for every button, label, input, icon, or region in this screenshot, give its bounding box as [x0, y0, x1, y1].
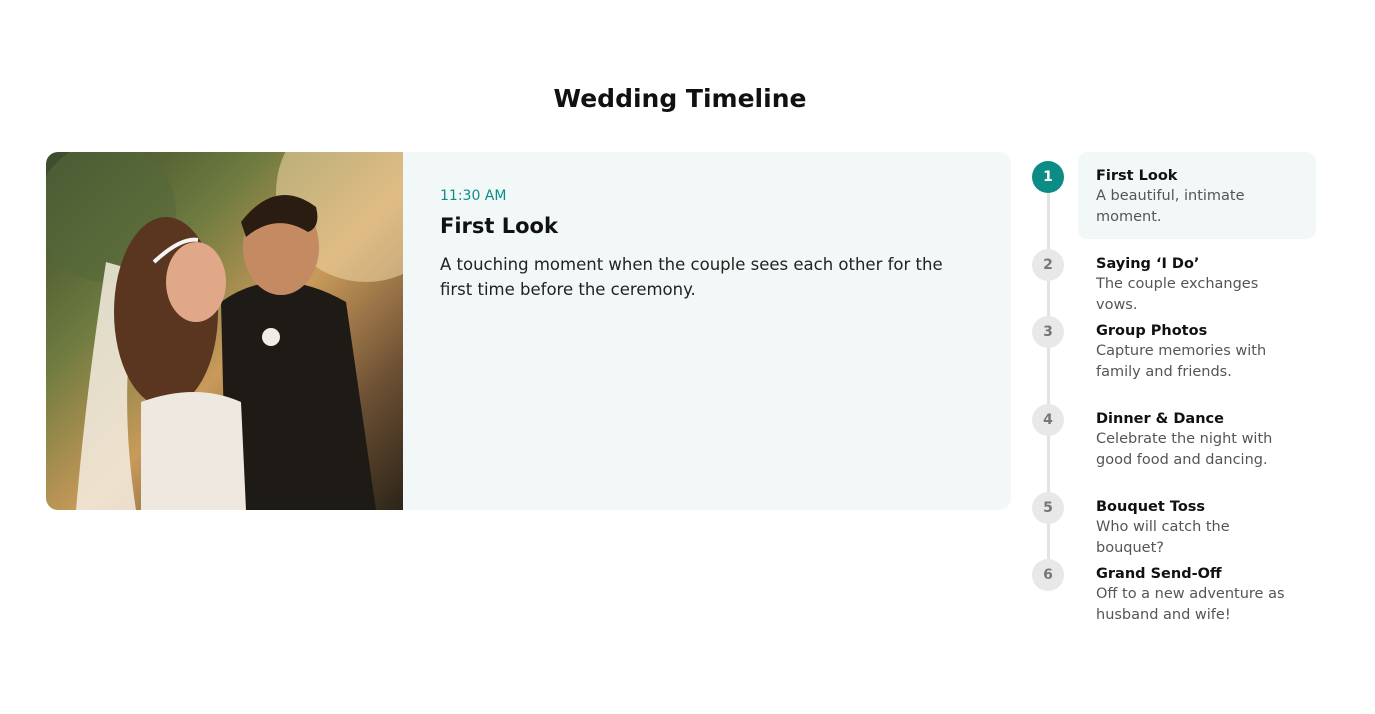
couple-photo	[46, 152, 403, 510]
step-description: Capture memories with family and friends…	[1096, 343, 1267, 380]
step-content: First Look A beautiful, intimate moment.	[1078, 152, 1316, 239]
feature-card-body: 11:30 AM First Look A touching moment wh…	[403, 152, 1011, 510]
step-description: Celebrate the night with good food and d…	[1096, 431, 1273, 468]
page-title: Wedding Timeline	[553, 84, 807, 113]
step-title: Dinner & Dance	[1096, 411, 1224, 427]
step-number: 2	[1032, 249, 1064, 281]
step-number: 1	[1032, 161, 1064, 193]
feature-description: A touching moment when the couple sees e…	[440, 255, 943, 299]
step-description: A beautiful, intimate moment.	[1096, 188, 1245, 225]
step-number: 4	[1032, 404, 1064, 436]
step-title: First Look	[1096, 168, 1178, 184]
step-content: Grand Send-Off Off to a new adventure as…	[1078, 550, 1316, 637]
step-number: 6	[1032, 559, 1064, 591]
step-title: Saying ‘I Do’	[1096, 256, 1200, 272]
step-title: Bouquet Toss	[1096, 499, 1206, 515]
step-number: 3	[1032, 316, 1064, 348]
step-number: 5	[1032, 492, 1064, 524]
step-content: Group Photos Capture memories with famil…	[1078, 307, 1316, 394]
step-title: Grand Send-Off	[1096, 566, 1222, 582]
feature-title: First Look	[440, 214, 558, 238]
step-title: Group Photos	[1096, 323, 1208, 339]
feature-time: 11:30 AM	[440, 188, 507, 204]
timeline-rail	[1047, 178, 1050, 588]
step-content: Dinner & Dance Celebrate the night with …	[1078, 395, 1316, 482]
step-description: Off to a new adventure as husband and wi…	[1096, 586, 1285, 623]
feature-card: 11:30 AM First Look A touching moment wh…	[46, 152, 1011, 510]
